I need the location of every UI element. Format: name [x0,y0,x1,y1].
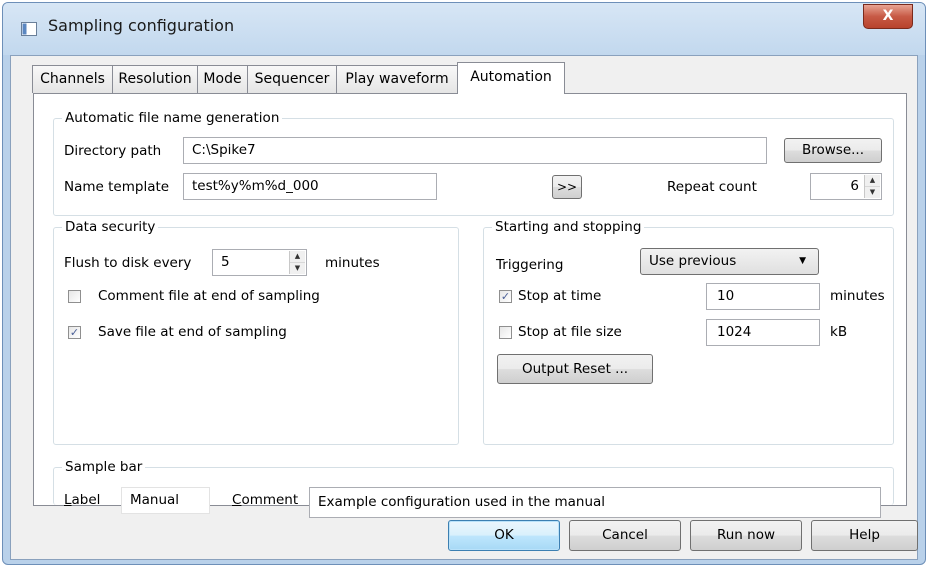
sample-comment-input[interactable]: Example configuration used in the manual [309,487,881,518]
spin-up-icon[interactable]: ▲ [865,175,880,187]
stop-size-input[interactable]: 1024 [706,319,820,346]
stop-at-time-label: Stop at time [518,288,602,304]
run-now-button[interactable]: Run now [690,520,802,551]
stop-time-unit: minutes [830,288,885,304]
flush-interval-value: 5 [221,254,230,270]
dialog-window: Sampling configuration X Channels Resolu… [2,2,926,565]
window-title: Sampling configuration [48,16,235,35]
repeat-count-label: Repeat count [667,179,757,195]
triggering-value: Use previous [649,253,737,269]
tab-sequencer[interactable]: Sequencer [247,65,337,93]
auto-file-group: Automatic file name generation Directory… [53,110,894,216]
browse-button[interactable]: Browse... [784,138,882,163]
triggering-select[interactable]: Use previous ▼ [640,248,819,275]
comment-rest: omment [241,492,299,508]
triggering-label: Triggering [496,257,564,273]
stop-at-size-label: Stop at file size [518,324,622,340]
flush-label: Flush to disk every [64,255,192,271]
comment-file-label: Comment file at end of sampling [98,288,320,304]
data-security-legend: Data security [62,219,159,235]
spin-down-icon[interactable]: ▼ [865,187,880,198]
title-bar[interactable]: Sampling configuration X [3,3,925,55]
close-icon: X [882,8,894,24]
ok-button[interactable]: OK [448,520,560,551]
cancel-button[interactable]: Cancel [569,520,681,551]
tab-automation[interactable]: Automation [457,62,565,94]
sample-label-label: Label [64,491,100,509]
directory-path-label: Directory path [64,143,162,159]
name-template-input[interactable]: test%y%m%d_000 [183,173,437,200]
repeat-count-value: 6 [850,178,859,194]
sample-bar-group: Sample bar Label Manual Comment Example … [53,459,894,518]
stop-at-size-checkbox[interactable] [499,326,512,339]
repeat-count-spinner[interactable]: ▲ ▼ [864,175,880,198]
sample-label-input[interactable]: Manual [121,487,210,514]
app-icon [21,22,37,36]
sample-bar-legend: Sample bar [62,459,146,475]
stop-size-unit: kB [830,324,848,340]
close-button[interactable]: X [863,4,913,29]
checkmark-icon: ✓ [500,290,511,303]
repeat-count-input[interactable]: 6 ▲ ▼ [810,173,882,200]
flush-spinner[interactable]: ▲ ▼ [289,251,305,274]
auto-file-legend: Automatic file name generation [62,110,283,126]
name-template-label: Name template [64,179,170,195]
start-stop-group: Starting and stopping Triggering Use pre… [483,219,894,445]
help-button[interactable]: Help [811,520,918,551]
tab-play-waveform[interactable]: Play waveform [336,65,458,93]
tab-resolution[interactable]: Resolution [112,65,198,93]
flush-unit-label: minutes [325,255,380,271]
automation-panel: Automatic file name generation Directory… [33,93,907,518]
sample-comment-label: Comment [232,491,298,509]
spin-down-icon[interactable]: ▼ [290,263,305,274]
flush-interval-input[interactable]: 5 ▲ ▼ [212,249,307,276]
output-reset-button[interactable]: Output Reset ... [497,354,653,384]
save-file-checkbox[interactable]: ✓ [68,326,81,339]
save-file-label: Save file at end of sampling [98,324,287,340]
tab-channels[interactable]: Channels [32,65,113,93]
stop-at-time-checkbox[interactable]: ✓ [499,290,512,303]
directory-path-input[interactable]: C:\Spike7 [183,137,767,164]
tab-mode[interactable]: Mode [197,65,248,93]
dialog-client: Channels Resolution Mode Sequencer Play … [10,55,918,560]
mnemonic-l: L [64,492,72,508]
dropdown-arrow-icon: ▼ [799,256,806,266]
checkmark-icon: ✓ [69,326,80,339]
data-security-group: Data security Flush to disk every 5 ▲ ▼ m… [53,219,459,445]
label-rest: abel [71,492,101,508]
spin-up-icon[interactable]: ▲ [290,251,305,263]
comment-file-checkbox[interactable] [68,290,81,303]
stop-time-input[interactable]: 10 [706,283,820,310]
start-stop-legend: Starting and stopping [492,219,645,235]
insert-template-button[interactable]: >> [552,175,582,199]
